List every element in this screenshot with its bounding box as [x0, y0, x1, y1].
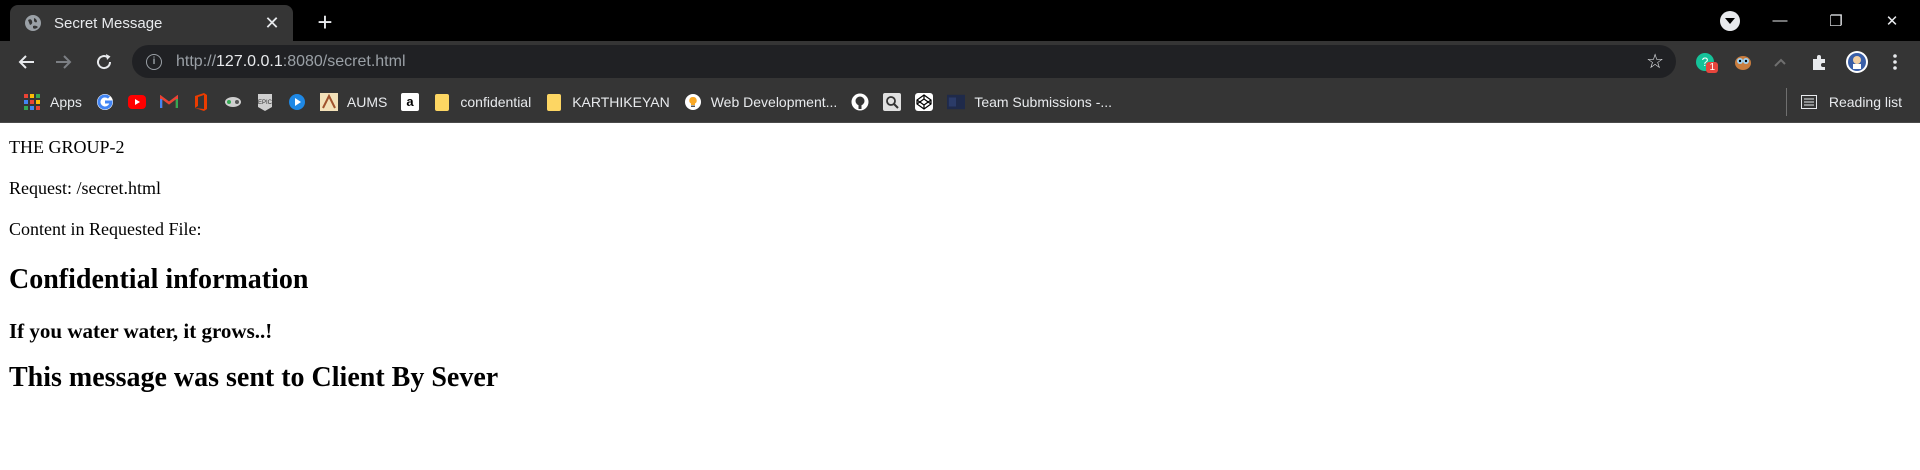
- confidential-heading: Confidential information: [9, 264, 309, 295]
- back-button[interactable]: [11, 47, 41, 77]
- bookmark-label: Apps: [50, 94, 82, 110]
- content-label: Content in Requested File:: [9, 219, 202, 239]
- teams-icon: [947, 93, 966, 111]
- forward-arrow-icon: [56, 55, 72, 69]
- site-info-icon[interactable]: i: [146, 53, 162, 70]
- message-subheading: If you water water, it grows..!: [9, 319, 273, 343]
- owl-extension-icon[interactable]: [1724, 41, 1762, 82]
- gmail-icon: [159, 93, 178, 111]
- bookmark-label: AUMS: [346, 94, 388, 110]
- bookmark-label: confidential: [460, 94, 532, 110]
- bookmark-apps[interactable]: Apps: [16, 88, 89, 116]
- game-icon: [224, 93, 242, 111]
- folder-icon: [433, 93, 451, 111]
- group-text: THE GROUP-2: [9, 137, 125, 157]
- google-icon: [96, 93, 114, 111]
- url-host: 127.0.0.1: [216, 52, 283, 70]
- reload-icon: [97, 54, 112, 70]
- back-arrow-icon: [18, 55, 34, 69]
- footer-heading: This message was sent to Client By Sever: [9, 362, 499, 393]
- epic-icon: EPIC: [256, 93, 274, 111]
- bookmark-codepen[interactable]: [908, 88, 940, 116]
- bookmark-office[interactable]: [185, 88, 217, 116]
- bookmark-label: Team Submissions -...: [974, 94, 1113, 110]
- url-text[interactable]: http://127.0.0.1:8080/secret.html: [176, 53, 1646, 71]
- close-window-button[interactable]: ✕: [1864, 0, 1920, 41]
- bookmark-search-page[interactable]: [876, 88, 908, 116]
- bookmark-star-icon[interactable]: ☆: [1646, 49, 1664, 74]
- bookmark-team-submissions[interactable]: Team Submissions -...: [940, 88, 1119, 116]
- request-text: Request: /secret.html: [9, 178, 161, 198]
- bookmark-youtube[interactable]: [121, 88, 153, 116]
- address-bar[interactable]: i http://127.0.0.1:8080/secret.html ☆: [132, 45, 1676, 78]
- tab-secret-message[interactable]: Secret Message ✕: [10, 5, 293, 41]
- bookmark-folder-karthikeyan[interactable]: KARTHIKEYAN: [538, 88, 677, 116]
- gray-extension-icon[interactable]: [1762, 41, 1800, 82]
- url-path: :8080/secret.html: [282, 52, 406, 70]
- bookmark-game[interactable]: [217, 88, 249, 116]
- amazon-icon: a: [401, 93, 420, 111]
- bookmark-epic[interactable]: EPIC: [249, 88, 281, 116]
- bulb-icon: [684, 93, 702, 111]
- toolbar: i http://127.0.0.1:8080/secret.html ☆ ? …: [0, 41, 1920, 82]
- reading-list-label: Reading list: [1828, 94, 1902, 110]
- bookmark-label: KARTHIKEYAN: [572, 94, 670, 110]
- extensions-area: ? 1: [1686, 41, 1914, 82]
- page-content: THE GROUP-2 Request: /secret.html Conten…: [0, 123, 1920, 402]
- folder-icon: [545, 93, 563, 111]
- bookmark-gmail[interactable]: [153, 88, 185, 116]
- office-icon: [192, 93, 210, 111]
- bookmark-google[interactable]: [89, 88, 121, 116]
- bookmark-amazon[interactable]: a: [394, 88, 426, 116]
- bookmarks-bar: Apps EPIC AUMS a confidential KARTHIKEYA…: [0, 82, 1920, 123]
- extension-badge: 1: [1706, 62, 1718, 73]
- close-tab-icon[interactable]: ✕: [261, 12, 283, 34]
- bookmark-play[interactable]: [281, 88, 313, 116]
- reading-list-icon: [1800, 95, 1817, 109]
- window-controls: — ❐ ✕: [1708, 0, 1920, 41]
- github-icon: [851, 93, 869, 111]
- more-menu-icon[interactable]: [1876, 41, 1914, 82]
- youtube-icon: [127, 93, 146, 111]
- forward-button[interactable]: [49, 47, 79, 77]
- svg-text:EPIC: EPIC: [258, 100, 272, 106]
- tab-search-button[interactable]: [1708, 0, 1752, 41]
- minimize-button[interactable]: —: [1752, 0, 1808, 41]
- restore-button[interactable]: ❐: [1808, 0, 1864, 41]
- url-scheme: http://: [176, 52, 217, 70]
- bookmark-folder-confidential[interactable]: confidential: [426, 88, 538, 116]
- tab-title: Secret Message: [54, 14, 163, 32]
- new-tab-button[interactable]: +: [312, 9, 338, 35]
- aums-icon: [319, 93, 338, 111]
- search-page-icon: [883, 93, 902, 111]
- profile-avatar[interactable]: [1838, 41, 1876, 82]
- bookmark-aums[interactable]: AUMS: [313, 88, 394, 116]
- play-icon: [288, 93, 306, 111]
- chevron-down-icon: [1720, 10, 1740, 31]
- globe-icon: [24, 14, 42, 32]
- codepen-icon: [915, 93, 934, 111]
- extensions-puzzle-icon[interactable]: [1800, 41, 1838, 82]
- reload-button[interactable]: [89, 47, 119, 77]
- tab-strip: Secret Message ✕ + — ❐ ✕: [0, 0, 1920, 41]
- bookmark-web-development[interactable]: Web Development...: [677, 88, 845, 116]
- browser-chrome: Secret Message ✕ + — ❐ ✕ i http://127.0.…: [0, 0, 1920, 123]
- reading-list-button[interactable]: Reading list: [1785, 88, 1902, 116]
- grammarly-extension-icon[interactable]: ? 1: [1686, 41, 1724, 82]
- apps-grid-icon: [23, 93, 41, 111]
- bookmark-github[interactable]: [844, 88, 876, 116]
- svg-text:a: a: [407, 94, 415, 109]
- bookmark-label: Web Development...: [710, 94, 838, 110]
